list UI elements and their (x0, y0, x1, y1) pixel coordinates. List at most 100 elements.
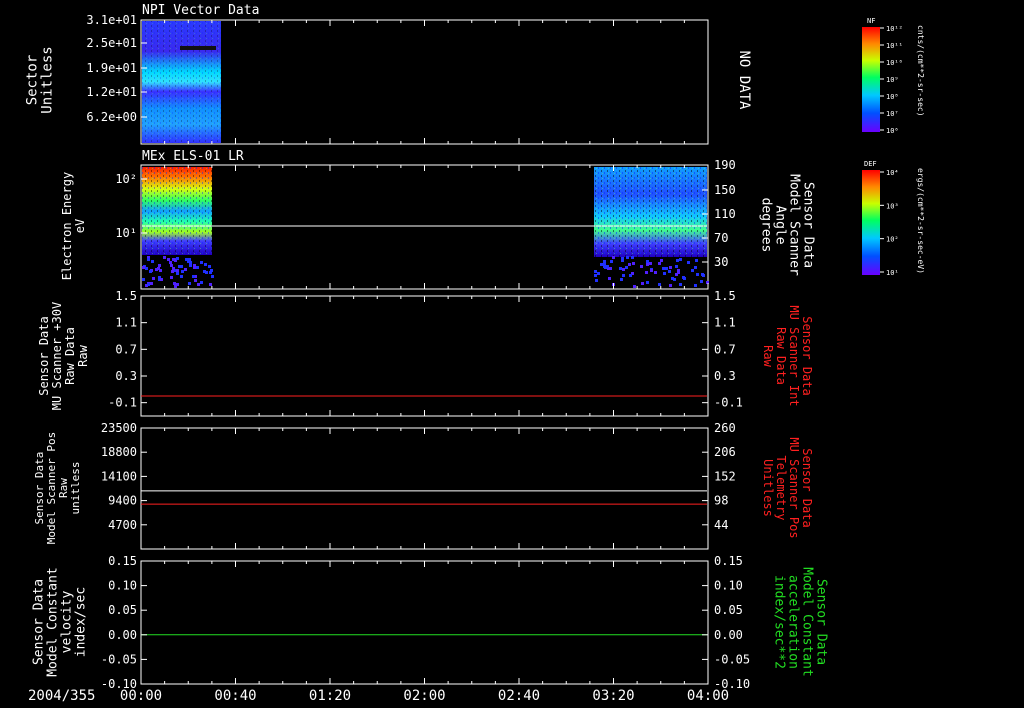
heatmap-point (200, 281, 203, 284)
heatmap-point (197, 283, 200, 286)
axis-label-line: Sector (25, 55, 41, 106)
y-tick-label: 0.05 (108, 603, 137, 617)
multi-panel-plot: NPI Vector Data 3.1e+01 2.5e+01 1.9e+01 1.2… (25, 3, 926, 704)
heatmap-point (597, 272, 600, 275)
axis-label-line: Unitless (40, 46, 56, 113)
y-tick-label: 110 (714, 207, 736, 221)
y-tick-label: 0.10 (714, 579, 743, 593)
heatmap-point (609, 267, 612, 270)
colorbar-gradient (862, 27, 880, 132)
colorbar-tick-label: 10¹⁰ (886, 59, 903, 67)
heatmap-point (646, 260, 649, 263)
heatmap-point (619, 267, 622, 270)
heatmap-point (189, 264, 192, 267)
y-tick-label: -0.05 (101, 652, 137, 666)
heatmap-point (147, 283, 150, 286)
y-tick-label: 260 (714, 421, 736, 435)
colorbar-tick-label: 10⁹ (886, 76, 899, 84)
heatmap-point (594, 270, 597, 273)
axis-label-line: MU Scanner Int (787, 305, 801, 406)
y-tick-label: 6.2e+00 (86, 110, 137, 124)
y-tick-label: 3.1e+01 (86, 13, 137, 27)
heatmap-point (172, 267, 175, 270)
y-tick-label: 150 (714, 183, 736, 197)
y-tick-label: 98 (714, 494, 728, 508)
heatmap-point (669, 284, 672, 287)
heatmap-point (151, 260, 154, 263)
y-tick-label: 2.5e+01 (86, 36, 137, 50)
heatmap-point (675, 265, 678, 268)
plot-frame (140, 427, 709, 550)
heatmap-point (606, 265, 609, 268)
date-label: 2004/355 (28, 688, 95, 704)
x-ticks (140, 428, 709, 549)
y-ticks-right: 260 206 152 98 44 (702, 421, 736, 532)
colorbar-unit: ergs/(cm**2-sr-sec-eV) (916, 168, 925, 274)
heatmap-point (646, 263, 649, 266)
heatmap-point (608, 277, 611, 280)
heatmap-point (176, 272, 179, 275)
heatmap-point (632, 262, 635, 265)
heatmap-point (170, 264, 173, 267)
heatmap-point (150, 282, 153, 285)
heatmap-point (163, 256, 166, 259)
panel-els: MEx ELS-01 LR 10² 10¹ 190 150 110 70 30 Elect… (60, 149, 816, 290)
axis-label-line: acceleration (786, 575, 801, 669)
axis-label-line: MU Scanner +30V (50, 302, 64, 410)
y-ticks-left: 3.1e+01 2.5e+01 1.9e+01 1.2e+01 6.2e+00 (86, 13, 147, 124)
heatmap-point (595, 279, 598, 282)
heatmap-point (196, 266, 199, 269)
x-ticks (140, 296, 709, 416)
heatmap-point (694, 266, 697, 269)
heatmap-point (691, 269, 694, 272)
heatmap-point (152, 277, 155, 280)
heatmap-point (622, 268, 625, 271)
y-tick-label: 0.15 (714, 554, 743, 568)
heatmap-point (620, 278, 623, 281)
y-tick-label: -0.05 (714, 652, 750, 666)
y-tick-label: 23500 (101, 421, 137, 435)
heatmap-point (181, 270, 184, 273)
heatmap-point (173, 282, 176, 285)
colorbar-tick-label: 10⁴ (886, 169, 899, 177)
colorbar-def: DEF 10⁴ 10³ 10² 10¹ ergs/(cm**2-sr-sec-eV) (862, 160, 925, 277)
heatmap-point (633, 285, 636, 288)
y-tick-label: 14100 (101, 469, 137, 483)
heatmap-point (668, 270, 671, 273)
heatmap-point (169, 261, 172, 264)
heatmap-point (654, 271, 657, 274)
y-tick-label: 0.3 (714, 369, 736, 383)
heatmap-point (646, 281, 649, 284)
heatmap-point (142, 278, 145, 281)
y-tick-label: 0.05 (714, 603, 743, 617)
y-tick-label: 190 (714, 158, 736, 172)
heatmap-point (184, 268, 187, 271)
heatmap-point (170, 276, 173, 279)
x-tick-label: 03:20 (592, 688, 634, 704)
heatmap-point (174, 285, 177, 288)
colorbar-tick-label: 10⁶ (886, 127, 899, 135)
colorbar-tick-label: 10¹¹ (886, 42, 903, 50)
y-tick-label: 0.10 (108, 579, 137, 593)
y-tick-label: 152 (714, 469, 736, 483)
heatmap-point (205, 271, 208, 274)
plot-frame (140, 560, 709, 685)
heatmap-point (208, 265, 211, 268)
heatmap-point (209, 271, 212, 274)
colorbar-nf: NF 10¹² 10¹¹ 10¹⁰ 10⁹ 10⁸ 10⁷ 10⁶ cnts/(cm**2-… (862, 17, 925, 135)
y-tick-label: 0.15 (108, 554, 137, 568)
heatmap-point (649, 262, 652, 265)
y-tick-label: 4700 (108, 518, 137, 532)
y-axis-label-right: Sensor DataModel ScannerAngledegrees (759, 174, 816, 276)
heatmap-point (145, 267, 148, 270)
heatmap-point (663, 272, 666, 275)
axis-label-line: Sensor Data (37, 316, 51, 395)
colorbar-ticks: 10⁴ 10³ 10² 10¹ (880, 169, 899, 277)
axis-label-line: Sensor Data (800, 316, 814, 395)
axis-label-line: velocity (60, 591, 75, 654)
heatmap-point (194, 279, 197, 282)
heatmap-point (645, 271, 648, 274)
x-tick-label: 02:40 (498, 688, 540, 704)
y-tick-label: -0.1 (108, 396, 137, 410)
colorbar-tick-label: 10¹ (886, 269, 899, 277)
